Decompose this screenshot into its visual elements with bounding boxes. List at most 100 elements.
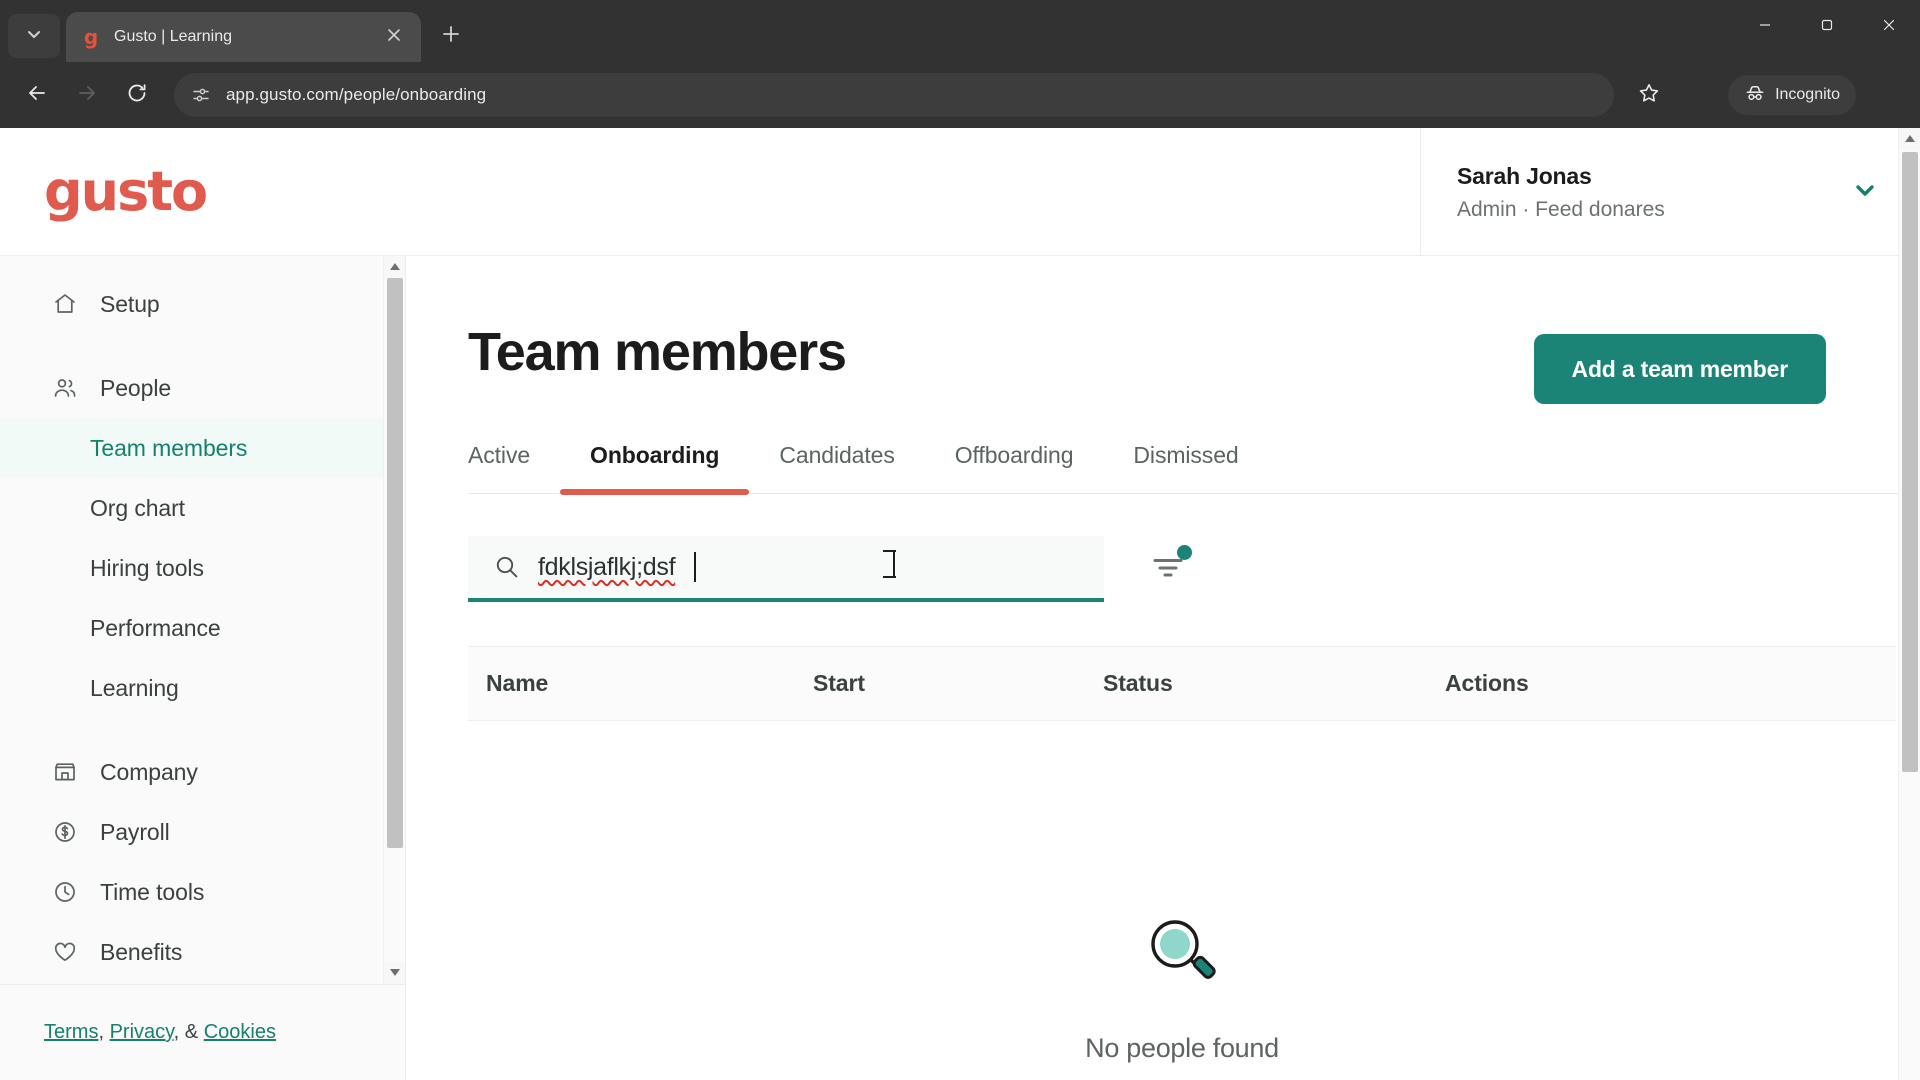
- search-input-value: fdklsjaflkj;dsf: [538, 552, 676, 581]
- caret-up-icon: [389, 258, 401, 276]
- forward-arrow-icon: [76, 82, 98, 109]
- legal-sep: ,: [98, 1021, 110, 1043]
- column-header-actions: Actions: [1445, 670, 1529, 696]
- account-name: Sarah Jonas: [1457, 162, 1592, 189]
- new-tab-button[interactable]: [431, 16, 471, 56]
- minimize-icon: [1758, 18, 1772, 37]
- tab-onboarding[interactable]: Onboarding: [560, 442, 750, 495]
- page-scroll-up-button[interactable]: [1899, 128, 1920, 150]
- browser-tabstrip: g Gusto | Learning: [0, 0, 1920, 62]
- add-team-member-button[interactable]: Add a team member: [1533, 334, 1826, 404]
- bookmark-button[interactable]: [1628, 74, 1670, 116]
- gusto-favicon: g: [83, 25, 99, 49]
- sidebar-scroll-down-button[interactable]: [384, 962, 405, 984]
- legal-sep: , &: [173, 1021, 204, 1043]
- side-panel-button[interactable]: [1676, 74, 1718, 118]
- sidebar-scrollbar-thumb[interactable]: [387, 278, 403, 848]
- account-menu[interactable]: Sarah Jonas Admin · Feed donares: [1420, 128, 1920, 256]
- empty-state: No people found: [468, 721, 1896, 1080]
- sidebar: Setup People Team members Org chart Hiri…: [0, 256, 406, 1080]
- sidebar-item-org-chart[interactable]: Org chart: [0, 478, 405, 538]
- store-icon: [52, 759, 78, 785]
- sidebar-item-label: Learning: [90, 674, 179, 701]
- sidebar-scrollbar-track[interactable]: [384, 278, 405, 962]
- tab-search-button[interactable]: [8, 14, 60, 58]
- url-text: app.gusto.com/people/onboarding: [226, 85, 487, 104]
- sidebar-item-performance[interactable]: Performance: [0, 598, 405, 658]
- minimize-window-button[interactable]: [1734, 0, 1796, 54]
- sidebar-item-hiring-tools[interactable]: Hiring tools: [0, 538, 405, 598]
- forward-button[interactable]: [64, 72, 110, 118]
- site-settings-icon[interactable]: [190, 84, 212, 106]
- close-window-button[interactable]: [1858, 0, 1920, 54]
- dollar-circle-icon: [52, 819, 78, 845]
- tab-active[interactable]: Active: [468, 442, 560, 493]
- gusto-logo[interactable]: gusto: [44, 164, 208, 219]
- sidebar-item-label: Setup: [100, 290, 160, 317]
- column-header-status: Status: [1103, 670, 1173, 696]
- sidebar-scroll-up-button[interactable]: [384, 256, 405, 278]
- caret-down-icon: [389, 964, 401, 982]
- heart-icon: [52, 939, 78, 965]
- reload-icon: [126, 82, 148, 109]
- close-icon: [387, 28, 401, 47]
- sidebar-item-payroll[interactable]: Payroll: [0, 802, 405, 862]
- page-scrollbar-thumb[interactable]: [1902, 152, 1918, 772]
- sidebar-item-team-members[interactable]: Team members: [0, 418, 405, 478]
- sidebar-item-people[interactable]: People: [0, 358, 405, 418]
- maximize-icon: [1820, 18, 1834, 37]
- reload-button[interactable]: [114, 72, 160, 118]
- browser-menu-button[interactable]: [1862, 73, 1906, 117]
- sidebar-item-label: Hiring tools: [90, 554, 204, 581]
- browser-toolbar: app.gusto.com/people/onboarding Incognit…: [0, 62, 1920, 128]
- people-icon: [52, 375, 78, 401]
- star-icon: [1638, 82, 1660, 109]
- sidebar-item-benefits[interactable]: Benefits: [0, 922, 405, 982]
- caret-up-icon: [1904, 130, 1916, 148]
- terms-link[interactable]: Terms: [44, 1021, 98, 1043]
- sidebar-item-label: Benefits: [100, 938, 183, 965]
- tab-offboarding[interactable]: Offboarding: [925, 442, 1104, 493]
- maximize-window-button[interactable]: [1796, 0, 1858, 54]
- sidebar-item-label: Time tools: [100, 878, 205, 905]
- sidebar-item-setup[interactable]: Setup: [0, 274, 405, 334]
- account-role: Admin · Feed donares: [1457, 197, 1665, 221]
- search-input[interactable]: fdklsjaflkj;dsf: [468, 536, 1104, 602]
- sidebar-scroll-area: Setup People Team members Org chart Hiri…: [0, 256, 405, 984]
- magnifier-illustration: [1139, 911, 1225, 997]
- column-header-start: Start: [813, 670, 865, 696]
- main-inner: Team members Add a team member Active On…: [406, 256, 1920, 1080]
- sidebar-item-label: Payroll: [100, 818, 170, 845]
- window-controls: [1734, 0, 1920, 54]
- close-tab-button[interactable]: [381, 24, 407, 50]
- tab-candidates[interactable]: Candidates: [749, 442, 924, 493]
- sidebar-item-label: Company: [100, 758, 198, 785]
- privacy-link[interactable]: Privacy: [110, 1021, 174, 1043]
- incognito-label: Incognito: [1775, 86, 1840, 103]
- tab-dismissed[interactable]: Dismissed: [1103, 442, 1268, 493]
- tab-title: Gusto | Learning: [114, 28, 233, 45]
- page-header: Team members Add a team member: [468, 324, 1920, 404]
- sidebar-item-learning[interactable]: Learning: [0, 658, 405, 718]
- sidebar-item-time-tools[interactable]: Time tools: [0, 862, 405, 922]
- sidebar-footer: Terms, Privacy, & Cookies: [0, 984, 405, 1080]
- account-text: Sarah Jonas Admin · Feed donares: [1457, 163, 1850, 222]
- incognito-indicator[interactable]: Incognito: [1728, 75, 1856, 115]
- search-icon: [494, 554, 520, 580]
- browser-tab[interactable]: g Gusto | Learning: [66, 12, 421, 62]
- page-viewport: gusto Sarah Jonas Admin · Feed donares S…: [0, 128, 1920, 1080]
- column-header-name: Name: [486, 670, 549, 696]
- address-bar[interactable]: app.gusto.com/people/onboarding: [174, 73, 1615, 117]
- search-row: fdklsjaflkj;dsf: [468, 536, 1920, 602]
- sidebar-scrollbar[interactable]: [383, 256, 405, 984]
- filter-button[interactable]: [1144, 545, 1192, 593]
- back-button[interactable]: [14, 72, 60, 118]
- sidebar-item-label: People: [100, 374, 172, 401]
- cookies-link[interactable]: Cookies: [204, 1021, 276, 1043]
- app-header: gusto Sarah Jonas Admin · Feed donares: [0, 128, 1920, 256]
- page-scrollbar[interactable]: [1898, 128, 1920, 1080]
- toolbar-actions: Incognito: [1628, 73, 1906, 118]
- sidebar-item-company[interactable]: Company: [0, 742, 405, 802]
